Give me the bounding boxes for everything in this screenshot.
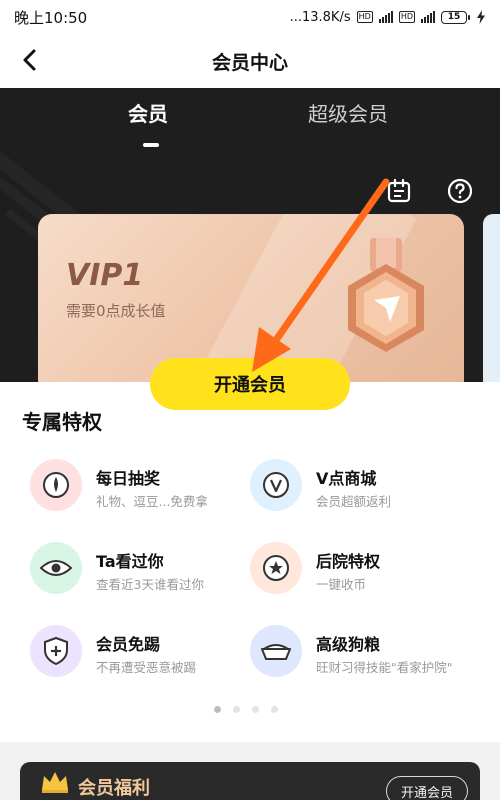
eye-icon <box>30 542 82 594</box>
perk-desc: 礼物、逗豆...免费拿 <box>96 494 208 509</box>
hd-badge-2: HD <box>398 11 415 23</box>
next-level-card-peek[interactable] <box>483 214 500 382</box>
welfare-card: 会员福利 开通会员 <box>20 762 480 800</box>
v-coin-icon <box>250 459 302 511</box>
perk-name: V点商城 <box>316 469 377 488</box>
back-button[interactable] <box>14 44 46 76</box>
perk-name: 每日抽奖 <box>96 469 161 488</box>
page-dot[interactable] <box>252 706 259 713</box>
open-membership-button[interactable]: 开通会员 <box>150 358 350 410</box>
welfare-title: 会员福利 <box>78 778 150 799</box>
perk-name: 高级狗粮 <box>316 635 381 654</box>
perk-name: 后院特权 <box>316 552 381 571</box>
perk-premium-dog-food[interactable]: 高级狗粮 旺财习得技能"看家护院" <box>250 625 480 685</box>
perk-desc: 会员超额返利 <box>316 494 392 509</box>
page-dot[interactable] <box>233 706 240 713</box>
status-bar: 晚上10:50 ...13.8K/s HD HD 15 <box>0 0 500 34</box>
network-speed: ...13.8K/s <box>289 9 351 25</box>
back-arrow-icon <box>23 49 36 71</box>
perk-no-kick[interactable]: 会员免踢 不再遭受恶意被踢 <box>30 625 260 685</box>
charging-icon <box>477 10 485 24</box>
hd-badge-1: HD <box>356 11 373 23</box>
calendar-icon <box>387 178 411 203</box>
shield-plus-icon <box>30 625 82 677</box>
vip-growth-desc: 需要0点成长值 <box>66 302 166 320</box>
page-title: 会员中心 <box>211 51 288 74</box>
perk-daily-lottery[interactable]: 每日抽奖 礼物、逗豆...免费拿 <box>30 459 260 519</box>
perk-desc: 一键收币 <box>316 577 367 592</box>
tab-indicator <box>143 143 159 147</box>
battery-icon: 15 <box>441 10 470 24</box>
vip-level: VIP1 <box>66 258 144 293</box>
perk-backyard[interactable]: 后院特权 一键收币 <box>250 542 480 602</box>
signal-icon-1 <box>378 11 393 23</box>
vip-header-area: 会员 超级会员 VIP1 需要0点成长值 <box>0 88 500 382</box>
tab-super-member[interactable]: 超级会员 <box>308 98 388 127</box>
page-dot[interactable] <box>214 706 221 713</box>
status-indicators: ...13.8K/s HD HD 15 <box>290 10 486 25</box>
tab-member[interactable]: 会员 <box>128 98 168 127</box>
perk-name: 会员免踢 <box>96 635 161 654</box>
title-bar: 会员中心 <box>0 34 500 88</box>
perk-v-mall[interactable]: V点商城 会员超额返利 <box>250 459 480 519</box>
vip-medal-icon <box>348 238 424 352</box>
privileges-section: 专属特权 每日抽奖 礼物、逗豆...免费拿 V点商城 会员超额返利 Ta看过你 … <box>0 382 500 742</box>
membership-tabs: 会员 超级会员 <box>0 88 500 148</box>
lottery-icon <box>30 459 82 511</box>
perk-who-viewed[interactable]: Ta看过你 查看近3天谁看过你 <box>30 542 260 602</box>
perk-desc: 旺财习得技能"看家护院" <box>316 660 453 675</box>
page-dot[interactable] <box>271 706 278 713</box>
perk-name: Ta看过你 <box>96 552 164 571</box>
calendar-button[interactable] <box>386 178 412 204</box>
crown-icon <box>42 772 68 793</box>
battery-level: 15 <box>441 10 467 24</box>
status-time: 晚上10:50 <box>14 8 88 27</box>
perk-desc: 不再遭受恶意被踢 <box>96 660 197 675</box>
page-indicator <box>214 706 278 713</box>
signal-icon-2 <box>421 11 435 23</box>
help-button[interactable] <box>447 178 473 204</box>
help-icon <box>447 178 473 204</box>
perk-desc: 查看近3天谁看过你 <box>96 577 204 592</box>
dog-bowl-icon <box>250 625 302 677</box>
welfare-open-button[interactable]: 开通会员 <box>386 776 468 800</box>
vip-level-card[interactable]: VIP1 需要0点成长值 <box>38 214 464 382</box>
star-coin-icon <box>250 542 302 594</box>
privileges-title: 专属特权 <box>22 410 102 434</box>
